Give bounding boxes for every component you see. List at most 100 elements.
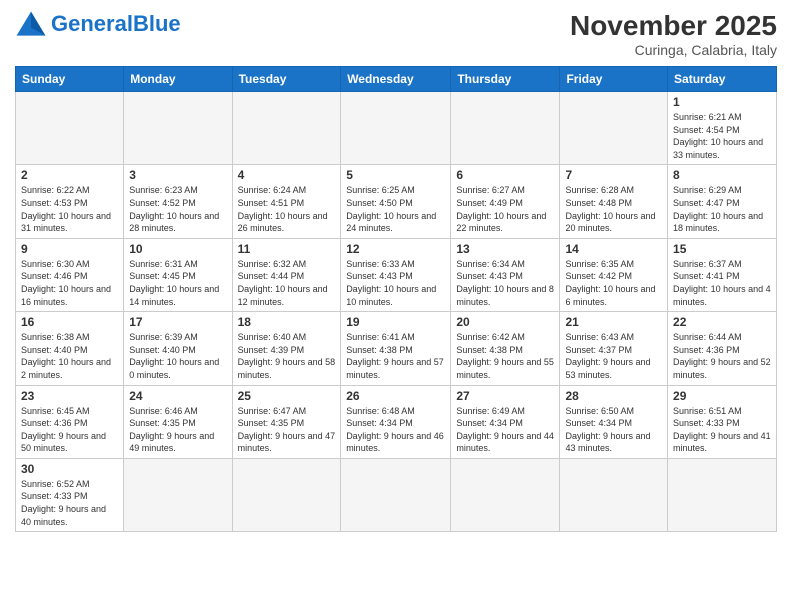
logo-icon xyxy=(15,10,47,38)
day-info: Sunrise: 6:39 AM Sunset: 4:40 PM Dayligh… xyxy=(129,331,226,381)
day-info: Sunrise: 6:30 AM Sunset: 4:46 PM Dayligh… xyxy=(21,258,118,308)
day-cell: 23 Sunrise: 6:45 AM Sunset: 4:36 PM Dayli… xyxy=(16,385,124,458)
day-cell: 13Sunrise: 6:34 AM Sunset: 4:43 PM Dayli… xyxy=(451,238,560,311)
day-info: Sunrise: 6:42 AM Sunset: 4:38 PM Dayligh… xyxy=(456,331,554,381)
day-cell: 21 Sunrise: 6:43 AM Sunset: 4:37 PM Dayli… xyxy=(560,312,668,385)
week-row-4: 23 Sunrise: 6:45 AM Sunset: 4:36 PM Dayli… xyxy=(16,385,777,458)
day-cell xyxy=(341,458,451,531)
day-cell: 18Sunrise: 6:40 AM Sunset: 4:39 PM Dayli… xyxy=(232,312,341,385)
weekday-wednesday: Wednesday xyxy=(341,67,451,92)
day-cell: 26Sunrise: 6:48 AM Sunset: 4:34 PM Dayli… xyxy=(341,385,451,458)
day-cell: 28 Sunrise: 6:50 AM Sunset: 4:34 PM Dayli… xyxy=(560,385,668,458)
day-number: 10 xyxy=(129,242,226,256)
week-row-0: 1 Sunrise: 6:21 AM Sunset: 4:54 PM Daylig… xyxy=(16,92,777,165)
day-cell: 9 Sunrise: 6:30 AM Sunset: 4:46 PM Daylig… xyxy=(16,238,124,311)
day-cell: 7 Sunrise: 6:28 AM Sunset: 4:48 PM Daylig… xyxy=(560,165,668,238)
day-number: 20 xyxy=(456,315,554,329)
day-number: 3 xyxy=(129,168,226,182)
weekday-friday: Friday xyxy=(560,67,668,92)
day-info: Sunrise: 6:45 AM Sunset: 4:36 PM Dayligh… xyxy=(21,405,118,455)
page: GeneralBlue November 2025 Curinga, Calab… xyxy=(0,0,792,612)
day-info: Sunrise: 6:38 AM Sunset: 4:40 PM Dayligh… xyxy=(21,331,118,381)
day-number: 30 xyxy=(21,462,118,476)
day-cell xyxy=(341,92,451,165)
day-cell xyxy=(16,92,124,165)
day-info: Sunrise: 6:31 AM Sunset: 4:45 PM Dayligh… xyxy=(129,258,226,308)
week-row-2: 9 Sunrise: 6:30 AM Sunset: 4:46 PM Daylig… xyxy=(16,238,777,311)
day-cell: 24 Sunrise: 6:46 AM Sunset: 4:35 PM Dayli… xyxy=(124,385,232,458)
week-row-5: 30 Sunrise: 6:52 AM Sunset: 4:33 PM Dayli… xyxy=(16,458,777,531)
day-number: 24 xyxy=(129,389,226,403)
calendar: SundayMondayTuesdayWednesdayThursdayFrid… xyxy=(15,66,777,532)
day-number: 8 xyxy=(673,168,771,182)
weekday-header-row: SundayMondayTuesdayWednesdayThursdayFrid… xyxy=(16,67,777,92)
day-cell xyxy=(451,92,560,165)
logo-blue: Blue xyxy=(133,11,181,36)
day-cell: 6Sunrise: 6:27 AM Sunset: 4:49 PM Daylig… xyxy=(451,165,560,238)
day-number: 19 xyxy=(346,315,445,329)
day-cell: 4Sunrise: 6:24 AM Sunset: 4:51 PM Daylig… xyxy=(232,165,341,238)
day-number: 27 xyxy=(456,389,554,403)
week-row-1: 2Sunrise: 6:22 AM Sunset: 4:53 PM Daylig… xyxy=(16,165,777,238)
day-cell xyxy=(124,92,232,165)
day-cell: 15Sunrise: 6:37 AM Sunset: 4:41 PM Dayli… xyxy=(668,238,777,311)
day-cell xyxy=(232,92,341,165)
day-number: 25 xyxy=(238,389,336,403)
day-cell: 20 Sunrise: 6:42 AM Sunset: 4:38 PM Dayli… xyxy=(451,312,560,385)
day-info: Sunrise: 6:46 AM Sunset: 4:35 PM Dayligh… xyxy=(129,405,226,455)
day-info: Sunrise: 6:49 AM Sunset: 4:34 PM Dayligh… xyxy=(456,405,554,455)
day-info: Sunrise: 6:50 AM Sunset: 4:34 PM Dayligh… xyxy=(565,405,662,455)
header: GeneralBlue November 2025 Curinga, Calab… xyxy=(15,10,777,58)
day-cell xyxy=(124,458,232,531)
day-info: Sunrise: 6:52 AM Sunset: 4:33 PM Dayligh… xyxy=(21,478,118,528)
day-number: 23 xyxy=(21,389,118,403)
day-cell: 11 Sunrise: 6:32 AM Sunset: 4:44 PM Dayli… xyxy=(232,238,341,311)
day-number: 6 xyxy=(456,168,554,182)
day-number: 9 xyxy=(21,242,118,256)
day-number: 28 xyxy=(565,389,662,403)
day-cell: 25Sunrise: 6:47 AM Sunset: 4:35 PM Dayli… xyxy=(232,385,341,458)
day-number: 21 xyxy=(565,315,662,329)
title-block: November 2025 Curinga, Calabria, Italy xyxy=(570,10,777,58)
day-cell: 30 Sunrise: 6:52 AM Sunset: 4:33 PM Dayli… xyxy=(16,458,124,531)
month-title: November 2025 xyxy=(570,10,777,42)
day-info: Sunrise: 6:23 AM Sunset: 4:52 PM Dayligh… xyxy=(129,184,226,234)
day-cell xyxy=(560,458,668,531)
day-info: Sunrise: 6:32 AM Sunset: 4:44 PM Dayligh… xyxy=(238,258,336,308)
day-info: Sunrise: 6:51 AM Sunset: 4:33 PM Dayligh… xyxy=(673,405,771,455)
day-info: Sunrise: 6:40 AM Sunset: 4:39 PM Dayligh… xyxy=(238,331,336,381)
day-info: Sunrise: 6:43 AM Sunset: 4:37 PM Dayligh… xyxy=(565,331,662,381)
day-info: Sunrise: 6:37 AM Sunset: 4:41 PM Dayligh… xyxy=(673,258,771,308)
day-number: 1 xyxy=(673,95,771,109)
day-number: 7 xyxy=(565,168,662,182)
day-number: 16 xyxy=(21,315,118,329)
day-number: 5 xyxy=(346,168,445,182)
day-info: Sunrise: 6:28 AM Sunset: 4:48 PM Dayligh… xyxy=(565,184,662,234)
day-cell xyxy=(560,92,668,165)
day-info: Sunrise: 6:25 AM Sunset: 4:50 PM Dayligh… xyxy=(346,184,445,234)
day-cell xyxy=(451,458,560,531)
day-cell: 12 Sunrise: 6:33 AM Sunset: 4:43 PM Dayli… xyxy=(341,238,451,311)
day-number: 26 xyxy=(346,389,445,403)
logo: GeneralBlue xyxy=(15,10,181,38)
weekday-saturday: Saturday xyxy=(668,67,777,92)
day-info: Sunrise: 6:22 AM Sunset: 4:53 PM Dayligh… xyxy=(21,184,118,234)
day-info: Sunrise: 6:33 AM Sunset: 4:43 PM Dayligh… xyxy=(346,258,445,308)
day-cell: 17Sunrise: 6:39 AM Sunset: 4:40 PM Dayli… xyxy=(124,312,232,385)
day-cell: 2Sunrise: 6:22 AM Sunset: 4:53 PM Daylig… xyxy=(16,165,124,238)
day-cell: 29 Sunrise: 6:51 AM Sunset: 4:33 PM Dayli… xyxy=(668,385,777,458)
day-info: Sunrise: 6:44 AM Sunset: 4:36 PM Dayligh… xyxy=(673,331,771,381)
location-title: Curinga, Calabria, Italy xyxy=(570,42,777,58)
day-cell: 19 Sunrise: 6:41 AM Sunset: 4:38 PM Dayli… xyxy=(341,312,451,385)
day-info: Sunrise: 6:35 AM Sunset: 4:42 PM Dayligh… xyxy=(565,258,662,308)
day-info: Sunrise: 6:41 AM Sunset: 4:38 PM Dayligh… xyxy=(346,331,445,381)
day-cell: 14 Sunrise: 6:35 AM Sunset: 4:42 PM Dayli… xyxy=(560,238,668,311)
day-info: Sunrise: 6:21 AM Sunset: 4:54 PM Dayligh… xyxy=(673,111,771,161)
weekday-thursday: Thursday xyxy=(451,67,560,92)
day-number: 29 xyxy=(673,389,771,403)
day-number: 14 xyxy=(565,242,662,256)
weekday-sunday: Sunday xyxy=(16,67,124,92)
day-number: 12 xyxy=(346,242,445,256)
day-number: 11 xyxy=(238,242,336,256)
day-cell: 10 Sunrise: 6:31 AM Sunset: 4:45 PM Dayli… xyxy=(124,238,232,311)
